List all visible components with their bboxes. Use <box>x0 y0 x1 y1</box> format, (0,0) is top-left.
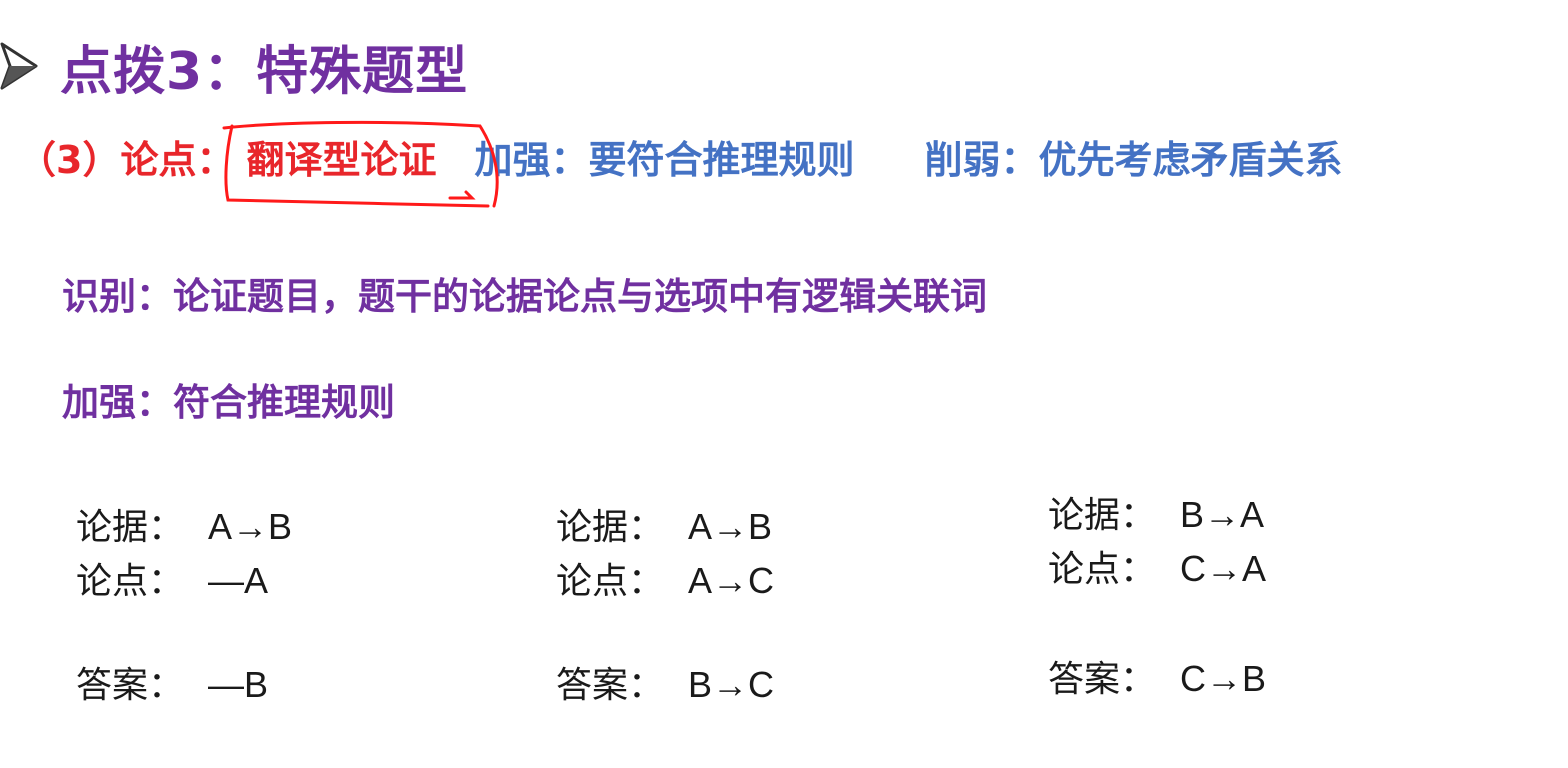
answer-value: —B <box>208 664 269 705</box>
evidence-value: B→A <box>1180 494 1265 535</box>
claim-label: 论点： <box>1048 548 1157 589</box>
evidence-label: 论据： <box>556 506 665 547</box>
answer-row: 答案： B→C <box>556 658 774 712</box>
page-title: 点拨3：特殊题型 <box>60 41 469 102</box>
answer-row: 答案： C→B <box>1048 652 1266 706</box>
argument-label: （3）论点： <box>18 137 235 182</box>
subtitle-row: （3）论点： 翻译型论证 加强：要符合推理规则 削弱：优先考虑矛盾关系 <box>18 124 1343 188</box>
claim-label: 论点： <box>556 560 665 601</box>
example-1: 论据： A→B 论点： —A 答案： —B <box>76 500 292 712</box>
claim-value: A→C <box>688 560 775 601</box>
evidence-row: 论据： A→B <box>76 500 292 554</box>
example-3: 论据： B→A 论点： C→A 答案： C→B <box>1048 488 1266 706</box>
claim-value: C→A <box>1180 548 1267 589</box>
answer-label: 答案： <box>556 664 665 705</box>
claim-row: 论点： —A <box>76 554 292 608</box>
strengthen-paragraph: 加强：符合推理规则 <box>62 381 395 424</box>
claim-row: 论点： C→A <box>1048 542 1266 596</box>
answer-row: 答案： —B <box>76 658 292 712</box>
strengthen-hint: 加强：要符合推理规则 <box>474 137 855 182</box>
evidence-row: 论据： A→B <box>556 500 774 554</box>
identify-paragraph: 识别：论证题目，题干的论据论点与选项中有逻辑关联词 <box>62 275 987 318</box>
example-2: 论据： A→B 论点： A→C 答案： B→C <box>556 500 774 712</box>
evidence-row: 论据： B→A <box>1048 488 1266 542</box>
slide: 点拨3：特殊题型 （3）论点： 翻译型论证 加强：要符合推理规则 削弱：优先考虑… <box>0 0 1568 768</box>
answer-label: 答案： <box>76 664 185 705</box>
answer-label: 答案： <box>1048 658 1157 699</box>
evidence-label: 论据： <box>76 506 185 547</box>
highlighted-term: 翻译型论证 <box>246 137 437 182</box>
weaken-hint: 削弱：优先考虑矛盾关系 <box>924 137 1343 182</box>
answer-value: B→C <box>688 664 775 705</box>
arrowhead-bullet-icon <box>0 42 38 90</box>
title-row: 点拨3：特殊题型 <box>0 28 468 104</box>
evidence-value: A→B <box>688 506 773 547</box>
claim-row: 论点： A→C <box>556 554 774 608</box>
evidence-label: 论据： <box>1048 494 1157 535</box>
answer-value: C→B <box>1180 658 1267 699</box>
claim-value: —A <box>208 560 269 601</box>
claim-label: 论点： <box>76 560 185 601</box>
evidence-value: A→B <box>208 506 293 547</box>
